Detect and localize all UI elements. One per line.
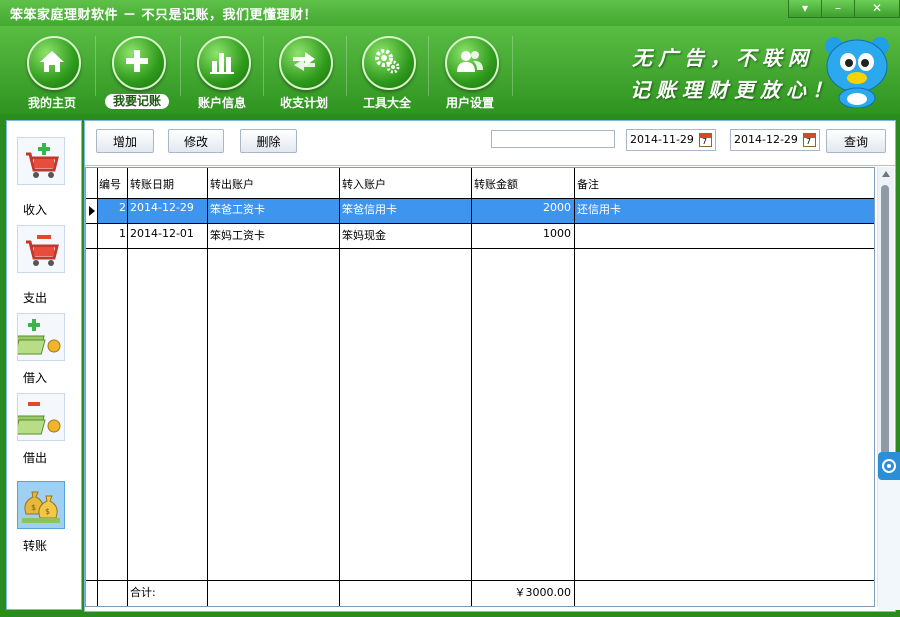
nav-label-budget-plan: 收支计划 bbox=[279, 96, 328, 110]
column-header-id[interactable]: 编号 bbox=[99, 176, 127, 192]
money-remove-icon bbox=[13, 393, 65, 441]
sidebar-label-lend-out: 借出 bbox=[23, 451, 48, 465]
nav-item-accounts[interactable]: 账户信息 bbox=[182, 34, 262, 114]
row-1-from-account[interactable]: 笨爸工资卡 bbox=[210, 201, 338, 217]
date-from-value: 2014-11-29 bbox=[630, 133, 694, 146]
row-1-amount[interactable]: 2000 bbox=[474, 201, 571, 214]
bar-chart-icon bbox=[197, 36, 251, 90]
table-divider bbox=[574, 168, 575, 606]
table-divider bbox=[86, 580, 874, 581]
transfer-table: 编号 转账日期 转出账户 转入账户 转账金额 备注 2 2014-12-29 笨… bbox=[85, 167, 875, 607]
sidebar-item-borrow-in[interactable]: 借入 bbox=[7, 313, 81, 393]
svg-text:$: $ bbox=[31, 503, 36, 512]
table-divider bbox=[86, 223, 874, 224]
query-button[interactable]: 查询 bbox=[826, 129, 886, 153]
column-header-to-account[interactable]: 转入账户 bbox=[342, 176, 470, 192]
nav-label-tools: 工具大全 bbox=[362, 96, 411, 110]
scrollbar-thumb[interactable] bbox=[881, 185, 889, 460]
sidebar-item-expense[interactable]: 支出 bbox=[7, 225, 81, 305]
svg-text:$: $ bbox=[45, 507, 50, 516]
sidebar-label-transfer: 转账 bbox=[23, 539, 48, 553]
sidebar-label-expense: 支出 bbox=[23, 291, 48, 305]
column-header-amount[interactable]: 转账金额 bbox=[474, 176, 573, 192]
users-icon bbox=[445, 36, 499, 90]
sidebar-label-borrow-in: 借入 bbox=[23, 371, 48, 385]
transfer-arrows-icon bbox=[279, 36, 333, 90]
nav-item-home[interactable]: 我的主页 bbox=[12, 34, 92, 114]
edit-button[interactable]: 修改 bbox=[168, 129, 224, 153]
mascot-logo bbox=[825, 37, 889, 108]
sidebar-item-income[interactable]: 收入 bbox=[7, 137, 81, 217]
nav-item-tools[interactable]: 工具大全 bbox=[347, 34, 427, 114]
row-2-amount[interactable]: 1000 bbox=[474, 227, 571, 240]
transfer-panel: 增加 修改 删除 2014-11-29 7 2014-12-29 7 查询 编号… bbox=[84, 120, 896, 612]
nav-item-budget-plan[interactable]: 收支计划 bbox=[264, 34, 344, 114]
row-2-date[interactable]: 2014-12-01 bbox=[130, 227, 206, 240]
column-header-date[interactable]: 转账日期 bbox=[130, 176, 206, 192]
category-sidebar: 收入 支出 借入 借出 $ $ 转账 bbox=[6, 120, 82, 610]
column-header-from-account[interactable]: 转出账户 bbox=[210, 176, 338, 192]
footer-total-label: 合计: bbox=[130, 586, 156, 599]
nav-divider bbox=[95, 36, 96, 96]
app-title: 笨笨家庭理财软件 － 不只是记账，我们更懂理财！ bbox=[10, 8, 318, 23]
toolbar: 增加 修改 删除 2014-11-29 7 2014-12-29 7 查询 bbox=[85, 121, 895, 166]
nav-label-accounts: 账户信息 bbox=[197, 96, 246, 110]
app-window: 笨笨家庭理财软件 － 不只是记账，我们更懂理财！ ▾ – ✕ 我的主页 我要记账… bbox=[0, 0, 900, 617]
row-1-to-account[interactable]: 笨爸信用卡 bbox=[342, 201, 470, 217]
date-to-field[interactable]: 2014-12-29 7 bbox=[730, 129, 820, 151]
date-from-field[interactable]: 2014-11-29 7 bbox=[626, 129, 716, 151]
floating-helper-tab[interactable] bbox=[878, 452, 900, 480]
calendar-icon[interactable]: 7 bbox=[699, 133, 712, 147]
refresh-icon bbox=[882, 459, 896, 473]
table-divider bbox=[86, 198, 874, 199]
delete-button[interactable]: 删除 bbox=[240, 129, 297, 153]
scroll-up-icon[interactable] bbox=[882, 171, 890, 177]
close-button[interactable]: ✕ bbox=[854, 0, 900, 18]
sidebar-label-income: 收入 bbox=[23, 203, 48, 217]
row-2-to-account[interactable]: 笨妈现金 bbox=[342, 227, 470, 243]
money-bags-icon: $ $ bbox=[17, 481, 65, 529]
table-divider bbox=[127, 168, 128, 606]
column-header-note[interactable]: 备注 bbox=[577, 176, 777, 192]
slogan-line-1: 无广告，不联网 bbox=[632, 46, 814, 70]
search-input[interactable] bbox=[491, 130, 615, 148]
nav-item-user-settings[interactable]: 用户设置 bbox=[430, 34, 510, 114]
row-1-id[interactable]: 2 bbox=[98, 201, 126, 214]
nav-label-bookkeeping: 我要记账 bbox=[105, 94, 169, 109]
nav-label-user-settings: 用户设置 bbox=[445, 96, 494, 110]
nav-divider bbox=[180, 36, 181, 96]
cart-add-icon bbox=[17, 137, 65, 185]
row-2-from-account[interactable]: 笨妈工资卡 bbox=[210, 227, 338, 243]
row-1-date[interactable]: 2014-12-29 bbox=[130, 201, 206, 214]
nav-label-home: 我的主页 bbox=[27, 96, 76, 110]
date-to-value: 2014-12-29 bbox=[734, 133, 798, 146]
table-divider bbox=[207, 168, 208, 606]
table-divider bbox=[471, 168, 472, 606]
table-divider bbox=[339, 168, 340, 606]
slogan-line-2: 记账理财更放心！ bbox=[630, 78, 838, 102]
floating-helper-panel bbox=[878, 480, 900, 610]
calendar-icon[interactable]: 7 bbox=[803, 133, 816, 147]
row-1-note[interactable]: 还信用卡 bbox=[577, 201, 777, 217]
sidebar-item-transfer[interactable]: $ $ 转账 bbox=[7, 481, 81, 561]
row-pointer-icon bbox=[89, 206, 95, 216]
row-2-id[interactable]: 1 bbox=[98, 227, 126, 240]
footer-total-amount: ￥3000.00 bbox=[514, 586, 572, 599]
title-bar: 笨笨家庭理财软件 － 不只是记账，我们更懂理财！ ▾ – ✕ bbox=[0, 0, 900, 24]
sidebar-item-lend-out[interactable]: 借出 bbox=[7, 393, 81, 473]
nav-item-bookkeeping[interactable]: 我要记账 bbox=[97, 34, 177, 114]
cart-remove-icon bbox=[17, 225, 65, 273]
plus-icon bbox=[112, 36, 166, 90]
table-divider bbox=[86, 248, 874, 249]
gears-icon bbox=[362, 36, 416, 90]
minimize-button[interactable]: – bbox=[821, 0, 855, 18]
add-button[interactable]: 增加 bbox=[96, 129, 154, 153]
nav-divider bbox=[428, 36, 429, 96]
money-add-icon bbox=[13, 313, 65, 361]
home-icon bbox=[27, 36, 81, 90]
dropdown-window-button[interactable]: ▾ bbox=[788, 0, 822, 18]
nav-divider bbox=[512, 36, 513, 96]
